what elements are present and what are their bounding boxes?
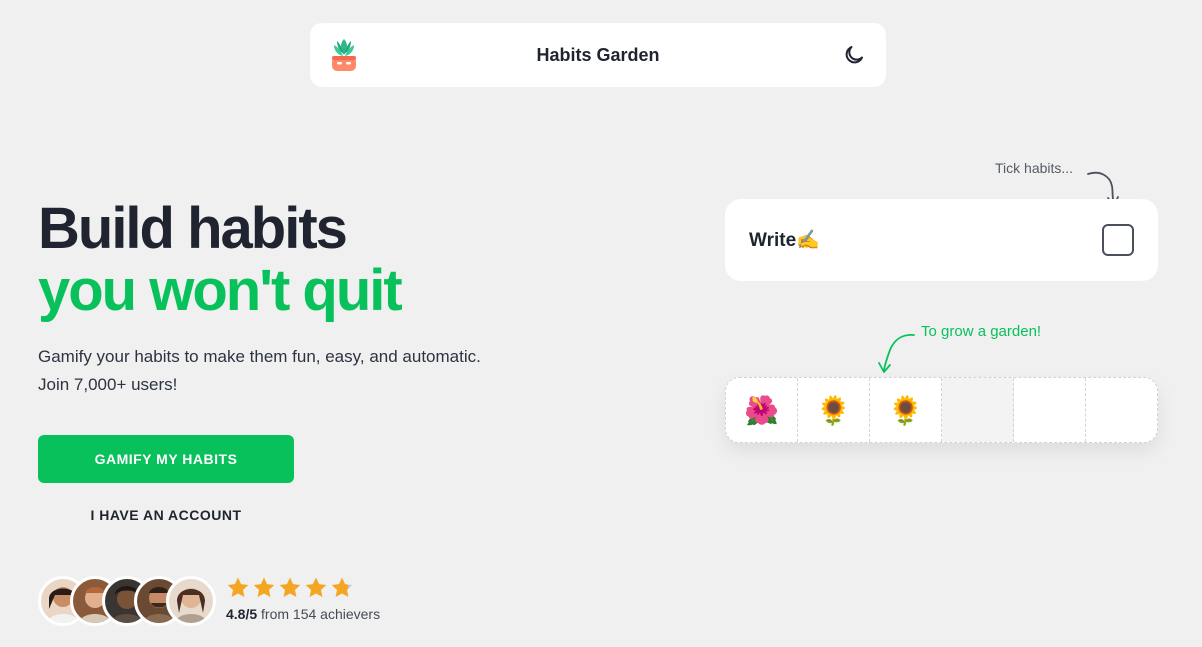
rating-count: from 154 achievers bbox=[257, 606, 381, 622]
garden-cell-flower: 🌻 bbox=[870, 378, 942, 442]
rating-summary: 4.8/5 from 154 achievers bbox=[226, 606, 380, 622]
top-navbar: Habits Garden bbox=[310, 23, 886, 87]
hero-heading-line1: Build habits bbox=[38, 196, 348, 261]
garden-cell-flower: 🌻 bbox=[798, 378, 870, 442]
potted-plant-logo-icon[interactable] bbox=[328, 35, 360, 75]
avatar bbox=[166, 576, 216, 626]
habit-checkbox[interactable] bbox=[1102, 224, 1134, 256]
habit-name: Write✍️ bbox=[749, 230, 820, 251]
garden-cell-flower: 🌺 bbox=[726, 378, 798, 442]
garden-cell-empty bbox=[1014, 378, 1086, 442]
hero-subtitle-line1: Gamify your habits to make them fun, eas… bbox=[38, 347, 481, 366]
dark-mode-toggle[interactable] bbox=[840, 41, 868, 69]
garden-cell-empty bbox=[942, 378, 1014, 442]
rating-value: 4.8/5 bbox=[226, 606, 258, 622]
habit-card: Write✍️ bbox=[725, 199, 1158, 281]
garden-grid: 🌺 🌻 🌻 bbox=[725, 377, 1158, 443]
tick-habits-annotation: Tick habits... bbox=[995, 160, 1074, 176]
star-rating bbox=[226, 576, 354, 600]
garden-cell-empty bbox=[1086, 378, 1157, 442]
hero-heading-line2: you won't quit bbox=[38, 258, 403, 323]
hero-heading: Build habits you won't quit bbox=[38, 196, 403, 323]
grow-garden-annotation: To grow a garden! bbox=[921, 323, 1042, 340]
star-rating-icon bbox=[227, 577, 353, 597]
hero-subtitle-line2: Join 7,000+ users! bbox=[38, 375, 178, 394]
gamify-my-habits-button[interactable]: GAMIFY MY HABITS bbox=[38, 435, 294, 483]
curved-arrow-green-icon bbox=[878, 334, 915, 373]
moon-icon bbox=[845, 46, 863, 64]
user-avatars bbox=[38, 576, 218, 626]
hero-subtitle: Gamify your habits to make them fun, eas… bbox=[38, 343, 558, 399]
app-title: Habits Garden bbox=[536, 44, 660, 65]
have-account-button[interactable]: I HAVE AN ACCOUNT bbox=[38, 499, 294, 531]
